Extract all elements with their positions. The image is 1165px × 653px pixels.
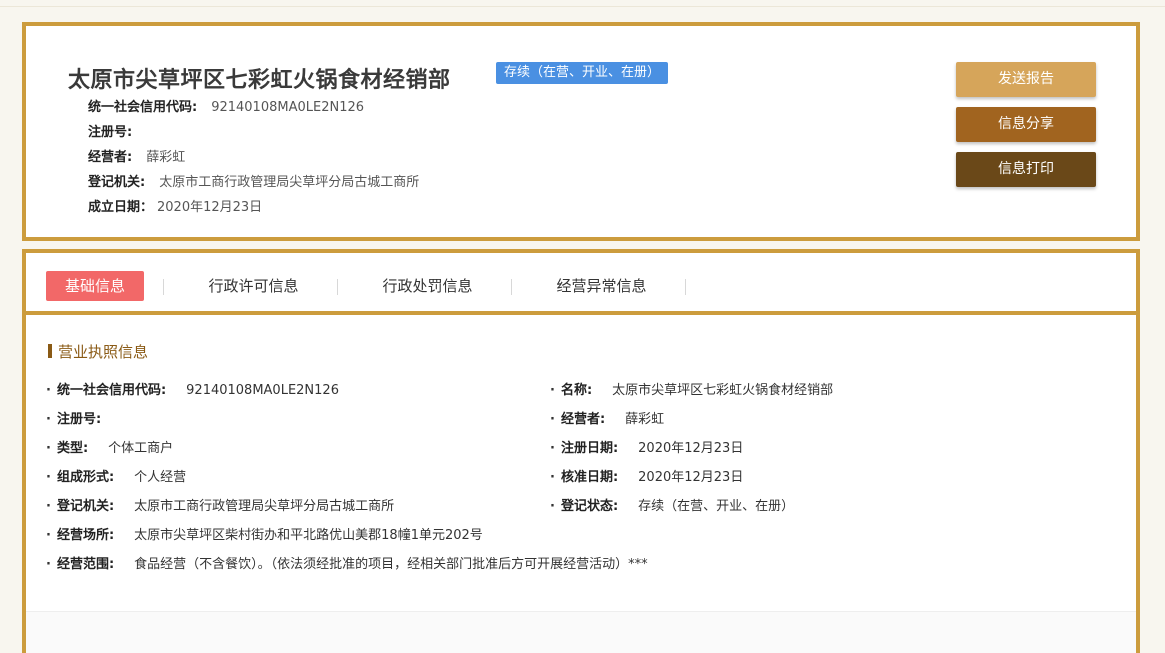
field-label: 经营范围: <box>56 557 115 572</box>
header-establish-date-label: 成立日期： <box>88 200 154 215</box>
tab-bar: 基础信息 行政许可信息 行政处罚信息 经营异常信息 <box>26 253 1136 315</box>
field-credit-code: · 统一社会信用代码: 92140108MA0LE2N126 <box>46 383 339 398</box>
field-label: 统一社会信用代码: <box>56 383 167 398</box>
tab-separator <box>337 279 338 295</box>
tab-separator <box>685 279 686 295</box>
header-operator: 经营者: 薛彩虹 <box>88 146 185 165</box>
field-address: · 经营场所: 太原市尖草坪区柴村街办和平北路优山美郡18幢1单元202号 <box>46 528 483 543</box>
footer-area <box>26 612 1136 653</box>
field-value: 薛彩虹 <box>625 412 665 427</box>
field-operator: · 经营者: 薛彩虹 <box>550 412 665 427</box>
field-label: 名称: <box>560 383 593 398</box>
company-header-card: 太原市尖草坪区七彩虹火锅食材经销部 存续（在营、开业、在册） 统一社会信用代码:… <box>22 22 1140 241</box>
section-marker <box>48 344 52 358</box>
field-label: 登记状态: <box>560 499 619 514</box>
field-value: 个体工商户 <box>108 441 174 456</box>
field-composition: · 组成形式: 个人经营 <box>46 470 187 485</box>
field-type: · 类型: 个体工商户 <box>46 441 174 456</box>
field-authority: · 登记机关: 太原市工商行政管理局尖草坪分局古城工商所 <box>46 499 395 514</box>
field-value: 2020年12月23日 <box>638 470 744 485</box>
field-label: 核准日期: <box>560 470 619 485</box>
field-name: · 名称: 太原市尖草坪区七彩虹火锅食材经销部 <box>550 383 834 398</box>
header-establish-date: 成立日期： 2020年12月23日 <box>88 196 262 215</box>
field-label: 注册日期: <box>560 441 619 456</box>
main-info-card: 基础信息 行政许可信息 行政处罚信息 经营异常信息 营业执照信息 · 统一社会信用… <box>22 249 1140 653</box>
field-label: 经营者: <box>560 412 606 427</box>
header-reg-number-label: 注册号: <box>88 125 133 140</box>
tab-basic-info[interactable]: 基础信息 <box>46 271 144 301</box>
field-label: 注册号: <box>56 412 102 427</box>
field-value: 个人经营 <box>134 470 187 485</box>
field-reg-status: · 登记状态: 存续（在营、开业、在册） <box>550 499 795 514</box>
section-title-text: 营业执照信息 <box>58 343 149 361</box>
tab-separator <box>511 279 512 295</box>
header-operator-value: 薛彩虹 <box>146 150 186 165</box>
header-operator-label: 经营者: <box>88 150 133 165</box>
header-credit-code-value: 92140108MA0LE2N126 <box>211 100 365 115</box>
tab-abnormal-operation[interactable]: 经营异常信息 <box>534 271 669 301</box>
field-value: 2020年12月23日 <box>638 441 744 456</box>
share-info-button[interactable]: 信息分享 <box>956 107 1096 142</box>
header-credit-code: 统一社会信用代码: 92140108MA0LE2N126 <box>88 96 364 115</box>
header-credit-code-label: 统一社会信用代码: <box>88 100 198 115</box>
header-authority-label: 登记机关: <box>88 175 146 190</box>
header-reg-number: 注册号: <box>88 121 146 140</box>
tab-admin-license[interactable]: 行政许可信息 <box>186 271 321 301</box>
field-label: 登记机关: <box>56 499 115 514</box>
send-report-button[interactable]: 发送报告 <box>956 62 1096 97</box>
field-value: 92140108MA0LE2N126 <box>186 383 339 398</box>
field-label: 类型: <box>56 441 89 456</box>
status-badge: 存续（在营、开业、在册） <box>496 62 669 84</box>
header-establish-date-value: 2020年12月23日 <box>157 200 263 215</box>
section-title: 营业执照信息 <box>48 341 148 362</box>
field-business-scope: · 经营范围: 食品经营（不含餐饮）。（依法须经批准的项目，经相关部门批准后方可开展… <box>46 557 648 572</box>
print-info-button[interactable]: 信息打印 <box>956 152 1096 187</box>
top-divider <box>0 6 1165 7</box>
tab-separator <box>163 279 164 295</box>
field-value: 存续（在营、开业、在册） <box>638 499 795 514</box>
field-value: 食品经营（不含餐饮）。（依法须经批准的项目，经相关部门批准后方可开展经营活动）*… <box>134 557 648 572</box>
field-label: 经营场所: <box>56 528 115 543</box>
field-reg-number: · 注册号: <box>46 412 102 427</box>
field-label: 组成形式: <box>56 470 115 485</box>
field-approval-date: · 核准日期: 2020年12月23日 <box>550 470 744 485</box>
field-value: 太原市尖草坪区柴村街办和平北路优山美郡18幢1单元202号 <box>134 528 483 543</box>
field-register-date: · 注册日期: 2020年12月23日 <box>550 441 744 456</box>
company-name: 太原市尖草坪区七彩虹火锅食材经销部 <box>68 68 451 93</box>
field-value: 太原市工商行政管理局尖草坪分局古城工商所 <box>134 499 395 514</box>
header-authority: 登记机关: 太原市工商行政管理局尖草坪分局古城工商所 <box>88 171 419 190</box>
tab-admin-penalty[interactable]: 行政处罚信息 <box>360 271 495 301</box>
header-authority-value: 太原市工商行政管理局尖草坪分局古城工商所 <box>159 175 420 190</box>
field-value: 太原市尖草坪区七彩虹火锅食材经销部 <box>612 383 834 398</box>
